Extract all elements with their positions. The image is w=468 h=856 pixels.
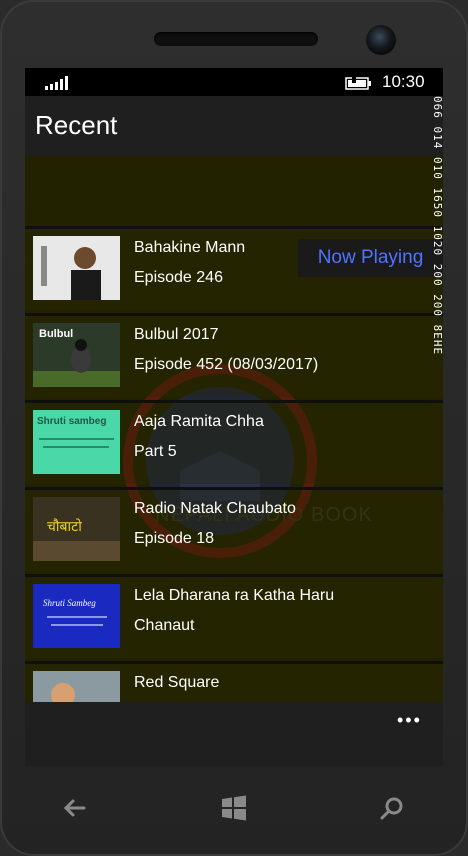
item-title: Aaja Ramita Chha bbox=[134, 413, 264, 430]
list-item[interactable]: चौबाटो Radio Natak Chaubato Episode 18 bbox=[25, 487, 443, 571]
camera-icon bbox=[366, 25, 396, 55]
thumb-label: चौबाटो bbox=[47, 518, 82, 535]
hardware-nav-bar bbox=[0, 766, 468, 856]
app-bar: ••• bbox=[25, 702, 443, 766]
battery-icon bbox=[345, 76, 371, 90]
item-subtitle: Part 5 bbox=[134, 443, 177, 460]
episode-thumbnail: Shruti Sambeg bbox=[33, 584, 120, 648]
episode-thumbnail: Bulbul bbox=[33, 323, 120, 387]
episode-thumbnail bbox=[33, 236, 120, 300]
status-bar: 10:30 bbox=[25, 68, 443, 96]
thumb-label: Bulbul bbox=[39, 328, 73, 340]
speaker-grille bbox=[154, 32, 318, 46]
item-title: Bulbul 2017 bbox=[134, 326, 219, 343]
episode-thumbnail bbox=[33, 671, 120, 702]
item-subtitle: Episode 18 bbox=[134, 530, 215, 547]
thumb-label: Shruti sambeg bbox=[37, 416, 106, 427]
back-icon[interactable] bbox=[54, 788, 94, 828]
phone-frame: 10:30 Recent NEPALI AUDIO BOOK Bahakine … bbox=[0, 0, 468, 856]
windows-icon[interactable] bbox=[214, 788, 254, 828]
item-subtitle: Episode 246 bbox=[134, 269, 223, 286]
item-title: Lela Dharana ra Katha Haru bbox=[134, 587, 335, 604]
frame-rate-counter: 066 014 010 1650 1020 200 200 8EHE bbox=[431, 96, 444, 356]
recent-list[interactable]: NEPALI AUDIO BOOK Bahakine Mann Episode … bbox=[25, 156, 443, 702]
signal-icon bbox=[45, 76, 71, 90]
page-header: Recent bbox=[25, 96, 443, 156]
item-title: Bahakine Mann bbox=[134, 239, 246, 256]
item-title: Red Square bbox=[134, 674, 220, 691]
episode-thumbnail: चौबाटो bbox=[33, 497, 120, 561]
list-item[interactable]: Red Square bbox=[25, 661, 443, 702]
item-subtitle: Chanaut bbox=[134, 617, 195, 634]
screen: 10:30 Recent NEPALI AUDIO BOOK Bahakine … bbox=[25, 68, 443, 766]
item-title: Radio Natak Chaubato bbox=[134, 500, 296, 517]
search-icon[interactable] bbox=[372, 788, 412, 828]
page-title: Recent bbox=[35, 110, 118, 140]
now-playing-button[interactable]: Now Playing bbox=[298, 239, 443, 277]
list-item[interactable]: Shruti sambeg Aaja Ramita Chha Part 5 bbox=[25, 400, 443, 484]
list-item[interactable]: Bulbul Bulbul 2017 Episode 452 (08/03/20… bbox=[25, 313, 443, 397]
thumb-label: Shruti Sambeg bbox=[43, 598, 96, 608]
list-item[interactable]: Shruti Sambeg Lela Dharana ra Katha Haru… bbox=[25, 574, 443, 658]
clock: 10:30 bbox=[382, 72, 425, 91]
item-subtitle: Episode 452 (08/03/2017) bbox=[134, 356, 319, 373]
episode-thumbnail: Shruti sambeg bbox=[33, 410, 120, 474]
more-options-icon[interactable]: ••• bbox=[397, 710, 422, 731]
